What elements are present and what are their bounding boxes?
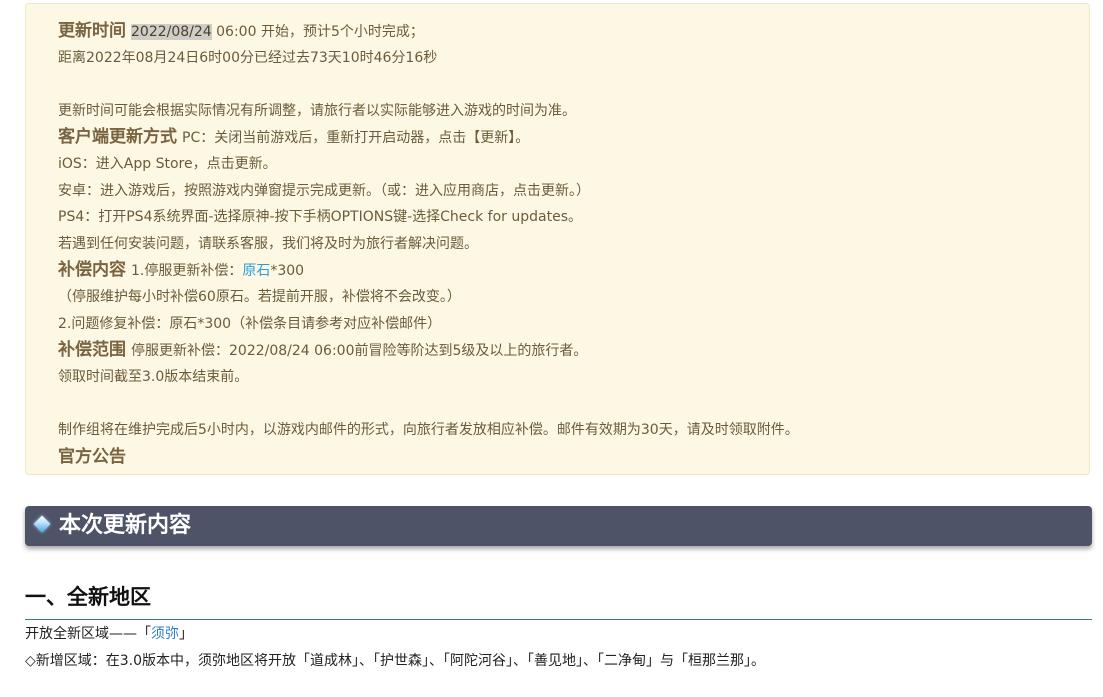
scope-line1: 停服更新补偿：2022/08/24 06:00前冒险等阶达到5级及以上的旅行者。 bbox=[131, 343, 588, 360]
update-time-line: 更新时间 2022/08/24 06:00 开始，预计5个小时完成； bbox=[58, 18, 799, 45]
client-update-line: 客户端更新方式 PC：关闭当前游戏后，重新打开启动器，点击【更新】。 bbox=[58, 124, 799, 151]
subsection-title: 一、全新地区 bbox=[25, 585, 151, 609]
compensation-label: 补偿内容 bbox=[58, 260, 126, 281]
new-area-prefix: 开放全新区域——「 bbox=[25, 626, 151, 642]
update-time-rest: 06:00 开始，预计5个小时完成； bbox=[211, 24, 424, 40]
official-announcement-label: 官方公告 bbox=[58, 446, 126, 467]
new-area-suffix: 」 bbox=[179, 626, 193, 642]
elapsed-time-line: 距离2022年08月24日6时00分已经过去73天10时46分16秒 bbox=[58, 49, 438, 66]
update-date-selected[interactable]: 2022/08/24 bbox=[131, 24, 212, 40]
compensation-line3: 2.问题修复补偿：原石*300（补偿条目请参考对应补偿邮件） bbox=[58, 315, 442, 332]
update-time-label: 更新时间 bbox=[58, 21, 126, 41]
compensation-line1-suffix: *300 bbox=[270, 263, 305, 280]
diamond-icon bbox=[33, 515, 51, 533]
client-update-label: 客户端更新方式 bbox=[58, 127, 177, 148]
adjust-note: 更新时间可能会根据实际情况有所调整，请旅行者以实际能够进入游戏的时间为准。 bbox=[58, 102, 576, 119]
section-banner: 本次更新内容 bbox=[25, 506, 1092, 546]
official-announcement-line: 官方公告 bbox=[58, 444, 799, 471]
scope-label: 补偿范围 bbox=[58, 340, 126, 361]
scope-line: 补偿范围 停服更新补偿：2022/08/24 06:00前冒险等阶达到5级及以上的… bbox=[58, 337, 799, 364]
section-title: 本次更新内容 bbox=[59, 513, 192, 538]
scope-line2: 领取时间截至3.0版本结束前。 bbox=[58, 368, 249, 385]
primogem-link[interactable]: 原石 bbox=[242, 263, 270, 279]
client-update-ps4: PS4：打开PS4系统界面-选择原神-按下手柄OPTIONS键-选择Check … bbox=[58, 209, 582, 226]
compensation-line2: （停服维护每小时补偿60原石。若提前开服，补偿将不会改变。） bbox=[58, 288, 461, 305]
client-update-android: 安卓：进入游戏后，按照游戏内弹窗提示完成更新。（或：进入应用商店，点击更新。） bbox=[58, 182, 590, 199]
support-note: 若遇到任何安装问题，请联系客服，我们将及时为旅行者解决问题。 bbox=[58, 235, 478, 252]
client-update-pc: PC：关闭当前游戏后，重新打开启动器，点击【更新】。 bbox=[182, 130, 530, 147]
client-update-ios: iOS：进入App Store，点击更新。 bbox=[58, 155, 277, 172]
mail-note: 制作组将在维护完成后5小时内，以游戏内邮件的形式，向旅行者发放相应补偿。邮件有效… bbox=[58, 421, 799, 438]
new-zones-line: ◇新增区域：在3.0版本中，须弥地区将开放「道成林」、「护世森」、「阿陀河谷」、… bbox=[25, 653, 766, 669]
new-area-line: 开放全新区域——「须弥」 bbox=[25, 624, 193, 644]
subsection-heading: 一、全新地区 bbox=[25, 583, 1092, 620]
compensation-line: 补偿内容 1.停服更新补偿：原石*300 bbox=[58, 257, 799, 284]
announcement-notice-box: 更新时间 2022/08/24 06:00 开始，预计5个小时完成； 距离2022… bbox=[25, 3, 1090, 475]
notice-content: 更新时间 2022/08/24 06:00 开始，预计5个小时完成； 距离2022… bbox=[58, 18, 799, 470]
compensation-line1-prefix: 1.停服更新补偿： bbox=[131, 263, 243, 280]
sumeru-link[interactable]: 须弥 bbox=[151, 626, 179, 642]
